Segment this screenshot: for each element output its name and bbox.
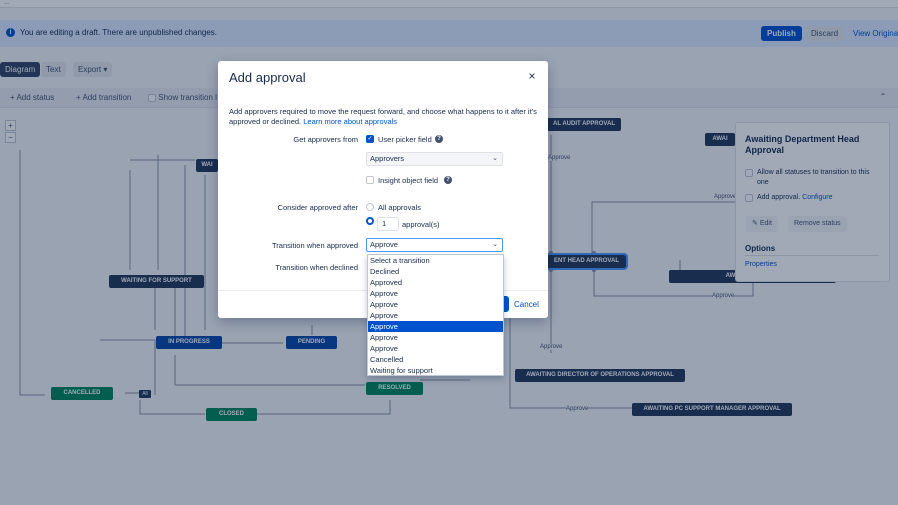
transition-approved-select[interactable]: Approve ⌄ [366,238,503,252]
help-icon[interactable]: ? [444,176,452,184]
cancel-button[interactable]: Cancel [514,300,539,309]
transition-dropdown-list: Select a transition Declined Approved Ap… [367,254,504,376]
close-icon[interactable]: × [526,70,538,82]
dropdown-option[interactable]: Approve [368,288,503,299]
dropdown-option-selected[interactable]: Approve [368,321,503,332]
learn-more-link[interactable]: Learn more about approvals [303,117,397,126]
user-picker-label: User picker field [378,135,432,144]
dropdown-option[interactable]: Declined [368,266,503,277]
all-approvals-radio[interactable] [366,203,374,211]
approvals-suffix: approval(s) [402,220,440,229]
consider-approved-label: Consider approved after [277,203,358,212]
approvals-count-input[interactable]: 1 [377,217,399,231]
dropdown-option[interactable]: Approve [368,332,503,343]
all-approvals-label: All approvals [378,203,421,212]
dropdown-option[interactable]: Waiting for support [368,365,503,376]
approvers-select-value: Approvers [370,154,405,163]
dropdown-option[interactable]: Approve [368,310,503,321]
transition-declined-label: Transition when declined [275,263,358,272]
transition-approved-label: Transition when approved [271,241,358,250]
dialog-title: Add approval [229,70,306,85]
dialog-description: Add approvers required to move the reque… [229,107,539,127]
dropdown-option[interactable]: Cancelled [368,354,503,365]
count-approvals-radio[interactable] [366,217,374,225]
dropdown-option[interactable]: Approve [368,343,503,354]
dropdown-option[interactable]: Approved [368,277,503,288]
insight-object-label: Insight object field [378,176,439,185]
chevron-down-icon: ⌄ [492,241,498,248]
approvers-field-select[interactable]: Approvers ⌄ [366,152,503,166]
insight-object-checkbox[interactable] [366,176,374,184]
help-icon[interactable]: ? [435,135,443,143]
chevron-down-icon: ⌄ [492,155,498,162]
get-approvers-label: Get approvers from [293,135,358,144]
dropdown-option[interactable]: Approve [368,299,503,310]
user-picker-checkbox[interactable]: ✓ [366,135,374,143]
dropdown-option[interactable]: Select a transition [368,255,503,266]
transition-approved-value: Approve [370,240,398,249]
